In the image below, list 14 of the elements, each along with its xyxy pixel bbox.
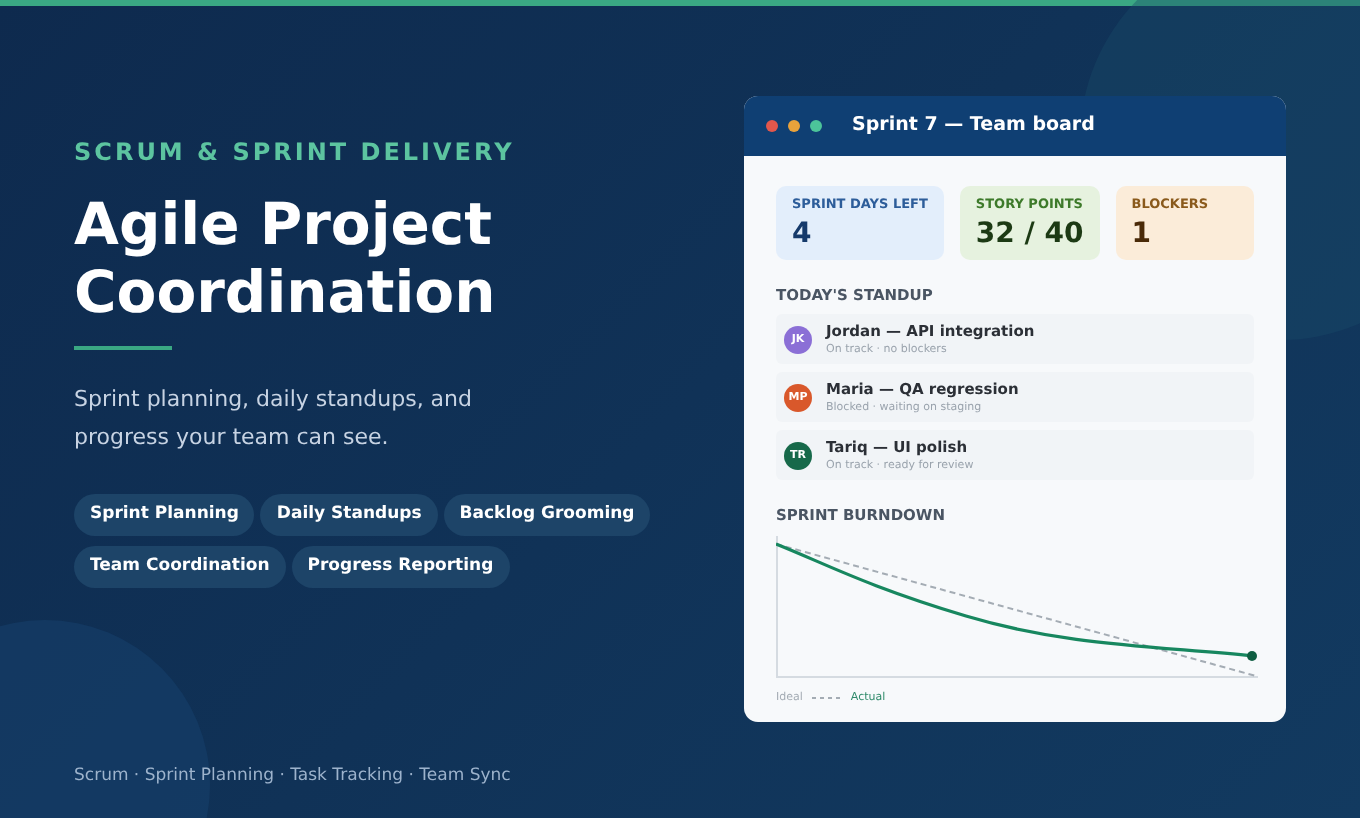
stat-value: 4	[792, 215, 814, 252]
tag-chip: Daily Standups	[260, 494, 438, 536]
tag-chip: Backlog Grooming	[443, 494, 651, 536]
dashed-line-icon	[812, 695, 841, 700]
eyebrow-text: SCRUM & SPRINT DELIVERY	[74, 136, 517, 170]
hero-subtitle: Sprint planning, daily standups, and progress your team can see.	[74, 384, 475, 454]
tag-chip: Sprint Planning	[74, 494, 255, 536]
tag-chip: Team Coordination	[74, 546, 286, 588]
footer-keywords: Scrum · Sprint Planning · Task Tracking · Team Sync	[74, 764, 513, 790]
stat-value: 1	[1131, 215, 1153, 252]
stat-value: 32 / 40	[975, 215, 1084, 252]
tag-chip: Progress Reporting	[291, 546, 510, 588]
hero-title: Agile Project Coordination	[74, 190, 498, 326]
board-title: Sprint 7 — Team board	[852, 111, 1095, 140]
